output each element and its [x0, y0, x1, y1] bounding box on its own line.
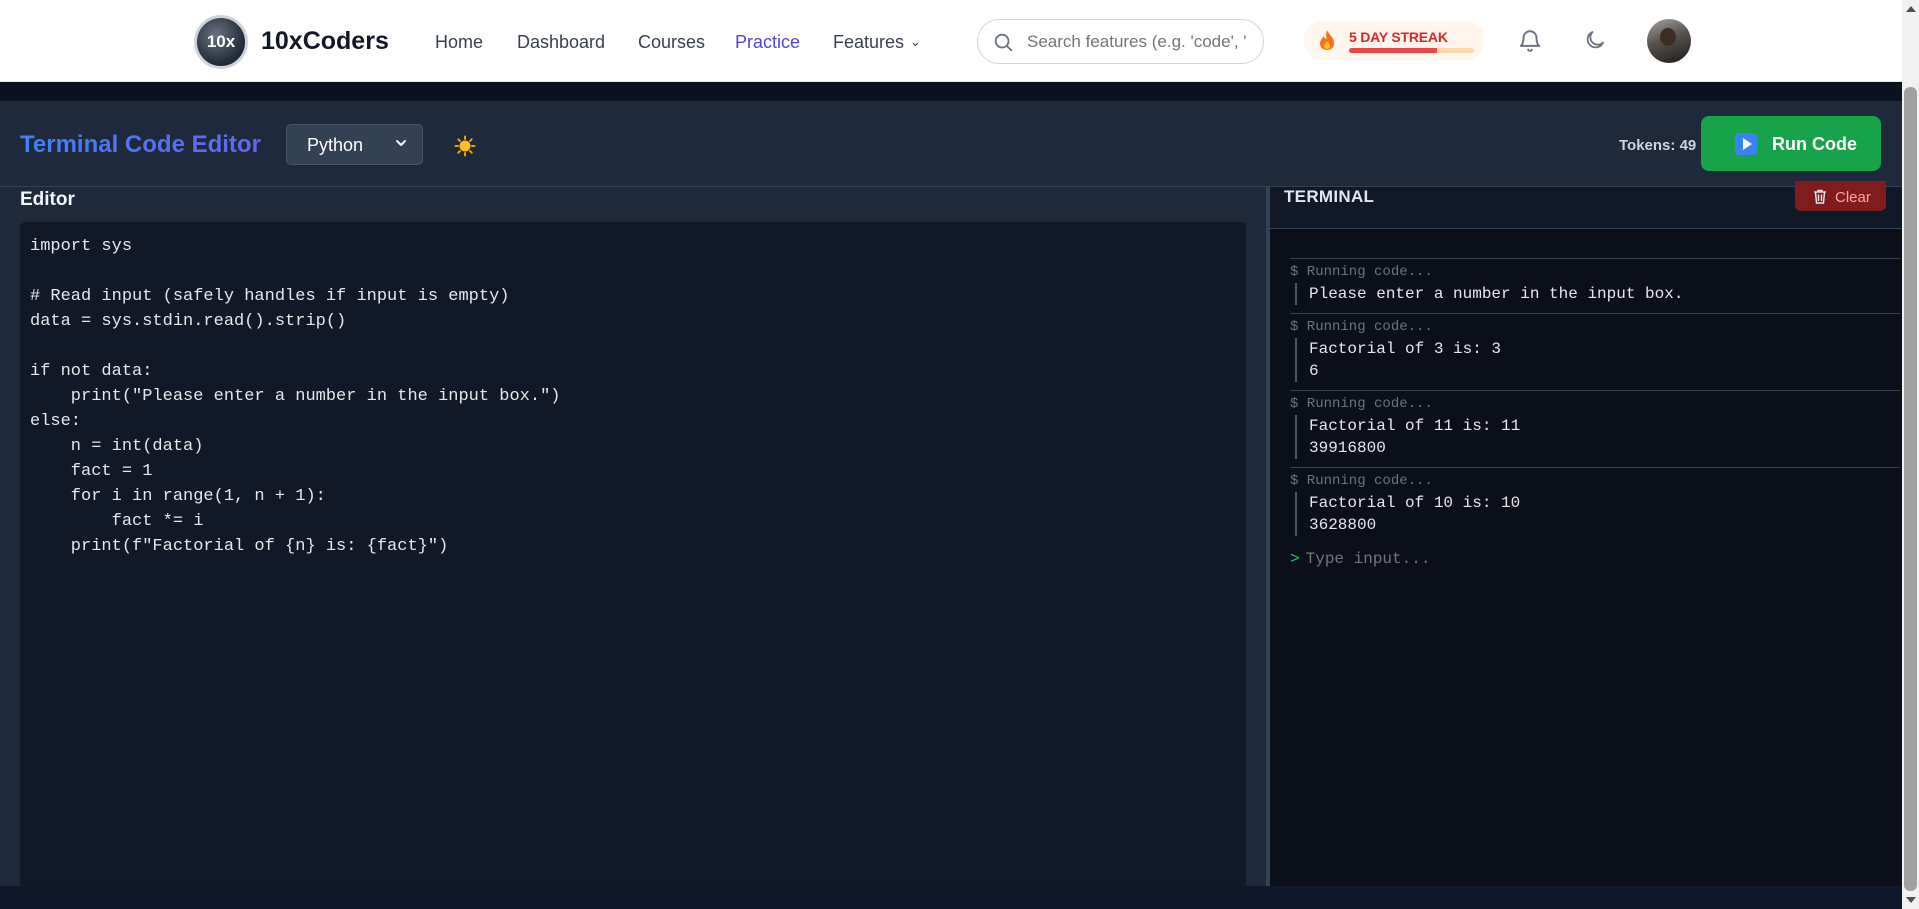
- brand-logo[interactable]: 10x: [194, 15, 248, 69]
- editor-label: Editor: [20, 189, 75, 210]
- scroll-up-arrow-icon[interactable]: [1906, 6, 1916, 12]
- language-select[interactable]: Python: [286, 124, 423, 165]
- nav-link-home[interactable]: Home: [435, 32, 483, 53]
- code-content[interactable]: import sys # Read input (safely handles …: [30, 234, 1236, 559]
- nav-link-practice[interactable]: Practice: [735, 32, 800, 53]
- moon-icon[interactable]: [1583, 28, 1607, 52]
- nav-link-dashboard[interactable]: Dashboard: [517, 32, 605, 53]
- editor-pane: Editor import sys # Read input (safely h…: [0, 187, 1266, 886]
- search-input[interactable]: [1027, 30, 1252, 54]
- page-scrollbar[interactable]: [1902, 0, 1919, 909]
- chevron-down-icon: [396, 140, 406, 146]
- streak-progress-bar: [1349, 48, 1474, 53]
- terminal-run: $ Running code... Factorial of 11 is: 11…: [1290, 390, 1900, 467]
- code-editor[interactable]: import sys # Read input (safely handles …: [20, 222, 1246, 886]
- terminal-header: TERMINAL Clear: [1270, 181, 1902, 229]
- run-output: Factorial of 10 is: 10 3628800: [1295, 492, 1900, 536]
- header-divider-band: [0, 82, 1902, 101]
- search-bar[interactable]: [977, 19, 1264, 64]
- terminal-run: $ Running code... Factorial of 3 is: 3 6: [1290, 313, 1900, 390]
- prompt-caret-icon: >: [1290, 550, 1300, 568]
- run-code-button[interactable]: Run Code: [1701, 116, 1881, 171]
- clear-terminal-button[interactable]: Clear: [1795, 181, 1886, 211]
- run-output: Factorial of 3 is: 3 6: [1295, 338, 1900, 382]
- nav-link-courses[interactable]: Courses: [638, 32, 705, 53]
- editor-toolbar: Terminal Code Editor Python Tokens: 49 R…: [0, 101, 1902, 187]
- terminal-run: $ Running code... Please enter a number …: [1290, 258, 1900, 313]
- terminal-run: $ Running code... Factorial of 10 is: 10…: [1290, 467, 1900, 544]
- run-prompt: $ Running code...: [1290, 396, 1433, 412]
- terminal-input[interactable]: [1305, 550, 1706, 568]
- logo-text: 10x: [206, 32, 236, 51]
- run-prompt: $ Running code...: [1290, 473, 1433, 489]
- streak-badge[interactable]: 5 DAY STREAK: [1304, 21, 1484, 60]
- play-icon: [1735, 133, 1757, 155]
- run-prompt: $ Running code...: [1290, 264, 1433, 280]
- run-prompt: $ Running code...: [1290, 319, 1433, 335]
- trash-icon: [1814, 189, 1826, 204]
- chevron-down-icon: ⌄: [910, 34, 921, 49]
- avatar[interactable]: [1647, 19, 1691, 63]
- terminal-input-line: >: [1290, 548, 1900, 570]
- run-code-label: Run Code: [1772, 134, 1857, 154]
- scrollbar-thumb[interactable]: [1904, 87, 1917, 891]
- streak-label: 5 DAY STREAK: [1349, 29, 1448, 45]
- language-select-value: Python: [307, 135, 364, 155]
- terminal-output: $ Running code... Please enter a number …: [1290, 258, 1900, 570]
- sun-icon[interactable]: [454, 135, 476, 157]
- nav-link-features-label: Features: [833, 32, 905, 52]
- terminal-title: TERMINAL: [1284, 187, 1375, 206]
- search-icon: [994, 33, 1013, 52]
- nav-link-features[interactable]: Features ⌄: [833, 32, 921, 53]
- page-bottom-strip: [0, 886, 1902, 909]
- bell-icon[interactable]: [1517, 28, 1543, 54]
- flame-icon: [1320, 30, 1334, 50]
- run-output: Factorial of 11 is: 11 39916800: [1295, 415, 1900, 459]
- brand-name[interactable]: 10xCoders: [261, 27, 389, 56]
- terminal-pane: TERMINAL Clear $ Running code... Please …: [1270, 181, 1902, 886]
- run-output: Please enter a number in the input box.: [1295, 283, 1900, 305]
- top-navbar: 10x 10xCoders Home Dashboard Courses Pra…: [0, 0, 1902, 82]
- token-count: Tokens: 49: [1619, 137, 1697, 154]
- streak-progress-fill: [1349, 48, 1437, 53]
- clear-label: Clear: [1835, 189, 1871, 206]
- page-title: Terminal Code Editor: [20, 131, 261, 158]
- scroll-down-arrow-icon[interactable]: [1906, 897, 1916, 903]
